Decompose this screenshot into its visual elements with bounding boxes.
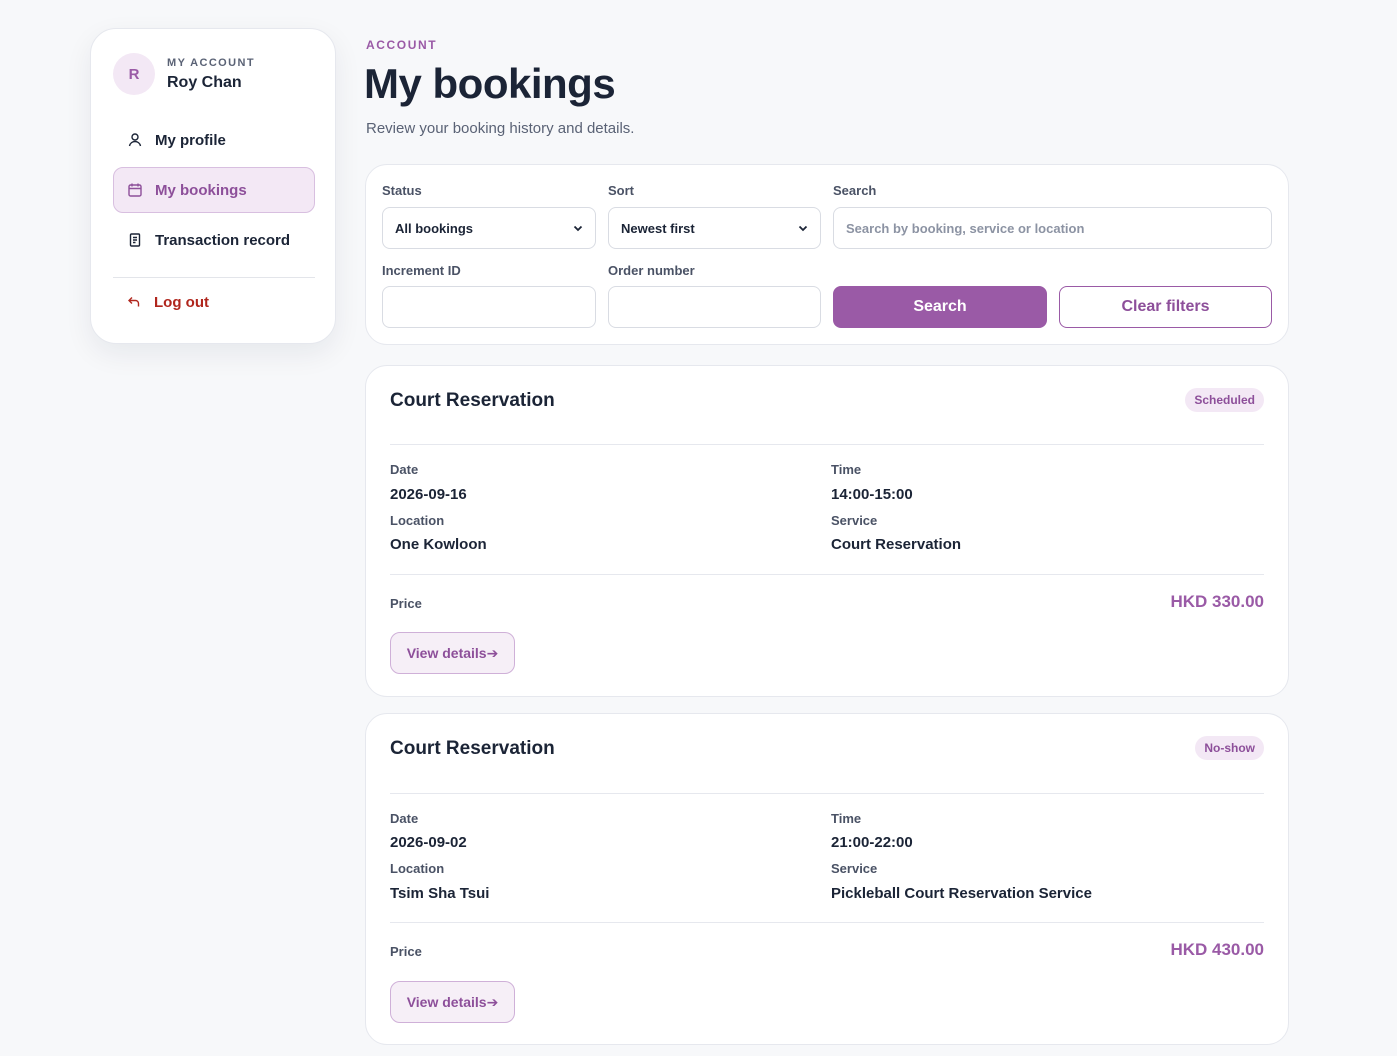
filter-panel: Status All bookings Sort Newest first Se… bbox=[365, 164, 1289, 345]
search-input[interactable]: Search by booking, service or location bbox=[833, 207, 1272, 249]
service-value: Pickleball Court Reservation Service bbox=[831, 885, 1092, 902]
card-divider bbox=[390, 444, 1264, 445]
location-label: Location bbox=[390, 513, 445, 528]
time-value: 21:00-22:00 bbox=[831, 834, 913, 851]
sidebar-item-transaction-record[interactable]: Transaction record bbox=[113, 217, 315, 263]
avatar: R bbox=[113, 53, 155, 95]
account-nav: My profile My bookings Transaction recor… bbox=[113, 117, 315, 267]
chevron-down-icon bbox=[796, 221, 810, 235]
logout-label: Log out bbox=[154, 293, 209, 311]
price-label: Price bbox=[390, 596, 422, 611]
page-subtitle: Review your booking history and details. bbox=[366, 120, 635, 137]
sidebar-item-label: Transaction record bbox=[155, 231, 291, 249]
logout-button[interactable]: Log out bbox=[125, 293, 209, 311]
booking-card: Court Reservation No-show Date 2026-09-0… bbox=[365, 713, 1289, 1045]
booking-title: Court Reservation bbox=[390, 390, 555, 411]
search-button[interactable]: Search bbox=[833, 286, 1047, 328]
status-badge: Scheduled bbox=[1185, 388, 1264, 412]
search-label: Search bbox=[833, 183, 877, 198]
status-select[interactable]: All bookings bbox=[382, 207, 596, 249]
user-name: Roy Chan bbox=[167, 73, 242, 91]
receipt-icon bbox=[126, 231, 144, 249]
sidebar-item-label: My profile bbox=[155, 131, 226, 149]
chevron-down-icon bbox=[571, 221, 585, 235]
card-divider bbox=[390, 922, 1264, 923]
account-sidebar: R MY ACCOUNT Roy Chan My profile My book… bbox=[90, 28, 336, 344]
booking-card: Court Reservation Scheduled Date 2026-09… bbox=[365, 365, 1289, 697]
search-placeholder: Search by booking, service or location bbox=[846, 220, 1085, 236]
sidebar-divider bbox=[113, 277, 315, 278]
location-label: Location bbox=[390, 861, 445, 876]
price-value: HKD 330.00 bbox=[1170, 592, 1264, 611]
time-label: Time bbox=[831, 811, 862, 826]
sort-label: Sort bbox=[608, 183, 634, 198]
view-details-button[interactable]: View details➔ bbox=[390, 632, 515, 674]
service-label: Service bbox=[831, 861, 878, 876]
date-value: 2026-09-16 bbox=[390, 486, 467, 503]
sort-select[interactable]: Newest first bbox=[608, 207, 821, 249]
booking-title: Court Reservation bbox=[390, 738, 555, 759]
clear-filters-button[interactable]: Clear filters bbox=[1059, 286, 1272, 328]
card-divider bbox=[390, 793, 1264, 794]
calendar-icon bbox=[126, 181, 144, 199]
page-title: My bookings bbox=[364, 60, 616, 107]
view-details-button[interactable]: View details➔ bbox=[390, 981, 515, 1023]
logout-icon bbox=[125, 293, 143, 311]
sidebar-item-my-bookings[interactable]: My bookings bbox=[113, 167, 315, 213]
service-label: Service bbox=[831, 513, 878, 528]
account-header: R MY ACCOUNT Roy Chan bbox=[113, 53, 255, 95]
status-badge: No-show bbox=[1195, 736, 1264, 760]
order-number-input[interactable] bbox=[608, 286, 821, 328]
sidebar-item-label: My bookings bbox=[155, 181, 247, 199]
sort-select-value: Newest first bbox=[621, 220, 695, 236]
page-kicker: ACCOUNT bbox=[366, 38, 438, 52]
location-value: Tsim Sha Tsui bbox=[390, 885, 490, 902]
increment-id-input[interactable] bbox=[382, 286, 596, 328]
account-kicker: MY ACCOUNT bbox=[167, 56, 255, 69]
sidebar-item-my-profile[interactable]: My profile bbox=[113, 117, 315, 163]
service-value: Court Reservation bbox=[831, 536, 962, 553]
date-label: Date bbox=[390, 811, 419, 826]
time-label: Time bbox=[831, 462, 862, 477]
increment-id-label: Increment ID bbox=[382, 263, 461, 278]
status-label: Status bbox=[382, 183, 422, 198]
location-value: One Kowloon bbox=[390, 536, 487, 553]
price-label: Price bbox=[390, 944, 422, 959]
date-value: 2026-09-02 bbox=[390, 834, 467, 851]
time-value: 14:00-15:00 bbox=[831, 486, 913, 503]
card-divider bbox=[390, 574, 1264, 575]
order-number-label: Order number bbox=[608, 263, 695, 278]
price-value: HKD 430.00 bbox=[1170, 940, 1264, 959]
date-label: Date bbox=[390, 462, 419, 477]
status-select-value: All bookings bbox=[395, 220, 473, 236]
user-icon bbox=[126, 131, 144, 149]
